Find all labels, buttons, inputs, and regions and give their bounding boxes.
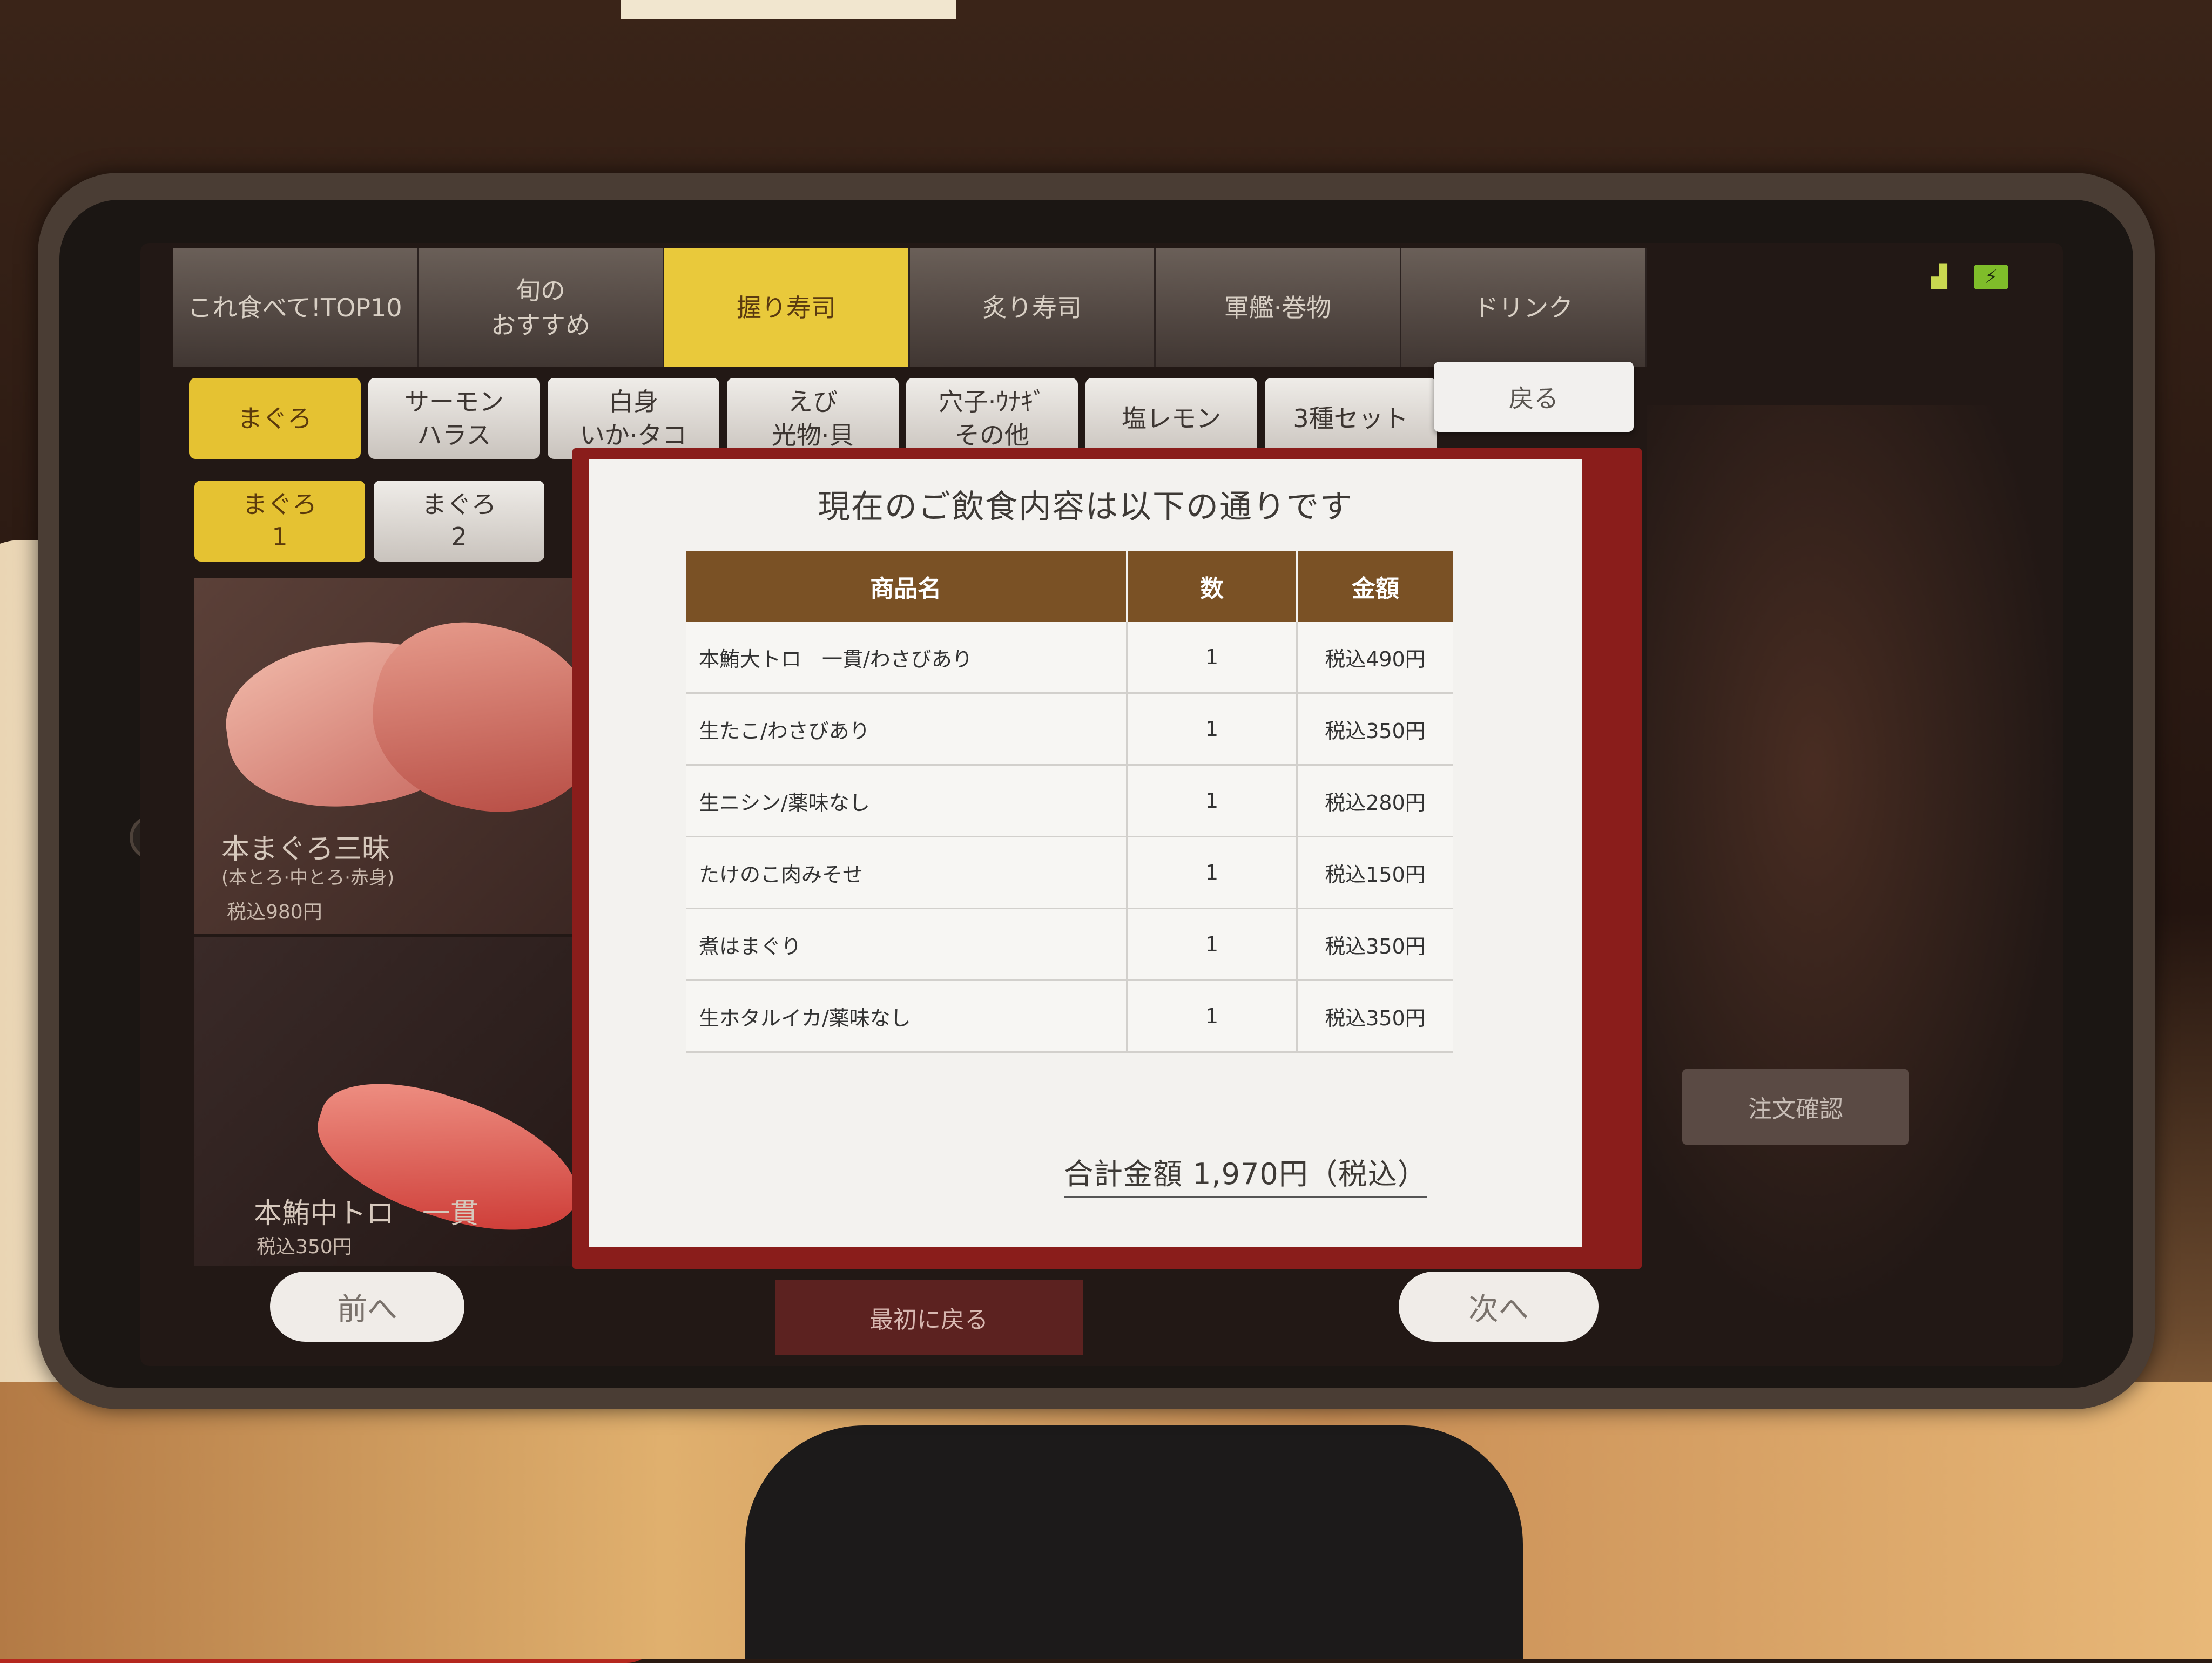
column-header-price: 金額	[1297, 551, 1453, 622]
subsubcategory-tabs: まぐろ 1 まぐろ 2	[194, 481, 544, 562]
subtab-salmon[interactable]: サーモン ハラス	[368, 378, 540, 459]
subtab-maguro-2[interactable]: まぐろ 2	[374, 481, 544, 562]
item-qty: 1	[1127, 622, 1298, 694]
tile-subtitle: (本とろ·中とろ·赤身)	[221, 867, 395, 889]
subtab-shio-lemon[interactable]: 塩レモン	[1085, 378, 1257, 459]
paper-label	[621, 0, 956, 19]
item-qty: 1	[1127, 836, 1298, 909]
order-table: 商品名 数 金額 本鮪大トロ 一貫/わさびあり 1 税込490円 生たこ/わさび…	[686, 551, 1453, 1053]
signal-icon: ▗▌	[1923, 265, 1956, 289]
item-qty: 1	[1127, 693, 1298, 766]
item-name: 生ホタルイカ/薬味なし	[686, 980, 1128, 1053]
total-amount: 合計金額 1,970円（税込）	[1064, 1150, 1427, 1198]
tile-name: 本鮪中トロ 一貫	[254, 1198, 479, 1230]
order-confirm-button[interactable]: 注文確認	[1682, 1069, 1909, 1145]
subtab-shiromi[interactable]: 白身 いか·タコ	[548, 378, 719, 459]
subtab-maguro[interactable]: まぐろ	[189, 378, 361, 459]
product-tile[interactable]: 本まぐろ三昧 (本とろ·中とろ·赤身) 税込980円	[194, 578, 605, 934]
table-row: 生ホタルイカ/薬味なし 1 税込350円	[686, 980, 1453, 1053]
back-button[interactable]: 戻る	[1434, 362, 1634, 432]
screen-reflection	[1647, 405, 2063, 1323]
table-row: たけのこ肉みそせ 1 税込150円	[686, 836, 1453, 909]
next-button[interactable]: 次へ	[1399, 1272, 1599, 1342]
category-tabs: これ食べて!TOP10 旬の おすすめ 握り寿司 炙り寿司 軍艦·巻物 ドリンク	[173, 248, 1647, 367]
dialog-title: 現在のご飲食内容は以下の通りです	[818, 488, 1353, 526]
table-row: 本鮪大トロ 一貫/わさびあり 1 税込490円	[686, 622, 1453, 694]
item-price: 税込150円	[1297, 836, 1453, 909]
table-row: 煮はまぐり 1 税込350円	[686, 908, 1453, 981]
back-to-start-button[interactable]: 最初に戻る	[775, 1280, 1083, 1355]
item-price: 税込350円	[1297, 908, 1453, 981]
item-price: 税込490円	[1297, 622, 1453, 694]
item-name: 本鮪大トロ 一貫/わさびあり	[686, 622, 1128, 694]
item-qty: 1	[1127, 908, 1298, 981]
subtab-maguro-1[interactable]: まぐろ 1	[194, 481, 365, 562]
tab-gunkan-maki[interactable]: 軍艦·巻物	[1156, 248, 1401, 367]
order-history-dialog: 現在のご飲食内容は以下の通りです 商品名 数 金額 本鮪大トロ 一貫/わさびあり…	[589, 459, 1582, 1247]
item-name: 生たこ/わさびあり	[686, 693, 1128, 766]
column-header-qty: 数	[1127, 551, 1298, 622]
item-name: 煮はまぐり	[686, 908, 1128, 981]
tab-drink[interactable]: ドリンク	[1401, 248, 1647, 367]
subtab-ebi[interactable]: えび 光物·貝	[727, 378, 899, 459]
table-row: 生ニシン/薬味なし 1 税込280円	[686, 765, 1453, 837]
item-price: 税込350円	[1297, 980, 1453, 1053]
battery-icon: ⚡	[1974, 265, 2008, 289]
tab-nigiri[interactable]: 握り寿司	[664, 248, 910, 367]
item-name: 生ニシン/薬味なし	[686, 765, 1128, 837]
item-qty: 1	[1127, 980, 1298, 1053]
tablet-screen: これ食べて!TOP10 旬の おすすめ 握り寿司 炙り寿司 軍艦·巻物 ドリンク…	[140, 243, 2063, 1366]
item-qty: 1	[1127, 765, 1298, 837]
tile-price: 税込980円	[227, 901, 322, 923]
tile-price: 税込350円	[257, 1236, 352, 1258]
table-row: 生たこ/わさびあり 1 税込350円	[686, 693, 1453, 766]
prev-button[interactable]: 前へ	[270, 1272, 464, 1342]
tab-seasonal[interactable]: 旬の おすすめ	[419, 248, 664, 367]
subtab-3set[interactable]: 3種セット	[1265, 378, 1437, 459]
tab-aburi[interactable]: 炙り寿司	[910, 248, 1156, 367]
tablet-stand	[745, 1425, 1523, 1659]
tile-name: 本まぐろ三昧	[221, 833, 390, 866]
tab-top10[interactable]: これ食べて!TOP10	[173, 248, 419, 367]
subtab-anago[interactable]: 穴子·ｳﾅｷﾞ その他	[906, 378, 1078, 459]
product-tile[interactable]: 本鮪中トロ 一貫 税込350円	[194, 937, 605, 1266]
table-header-row: 商品名 数 金額	[686, 551, 1453, 622]
column-header-name: 商品名	[686, 551, 1128, 622]
item-price: 税込350円	[1297, 693, 1453, 766]
item-name: たけのこ肉みそせ	[686, 836, 1128, 909]
item-price: 税込280円	[1297, 765, 1453, 837]
subcategory-tabs: まぐろ サーモン ハラス 白身 いか·タコ えび 光物·貝 穴子·ｳﾅｷﾞ その…	[189, 378, 1437, 459]
